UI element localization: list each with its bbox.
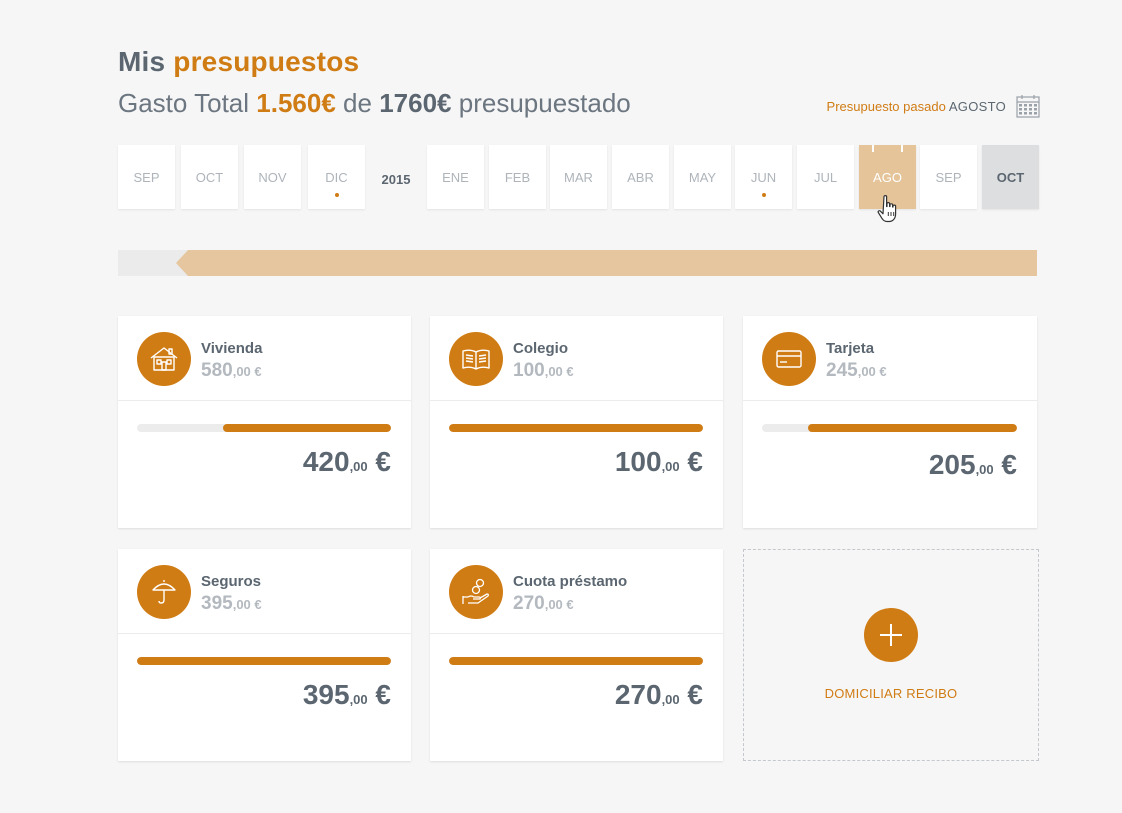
month-feb[interactable]: FEB	[489, 145, 546, 209]
timeline-fill	[188, 250, 1037, 276]
card-header: Vivienda 580,00 €	[118, 316, 411, 401]
book-icon	[462, 349, 490, 370]
month-label: OCT	[996, 170, 1025, 185]
category-name: Colegio	[513, 340, 568, 357]
budget-card-tarjeta[interactable]: Tarjeta 245,00 € 205,00 €	[743, 316, 1037, 528]
month-label: SEP	[935, 170, 962, 185]
month-nov-2014[interactable]: NOV	[244, 145, 301, 209]
category-icon-circle	[137, 332, 191, 386]
category-icon-circle	[449, 565, 503, 619]
timeline-arrow	[176, 250, 188, 276]
month-sep[interactable]: SEP	[920, 145, 977, 209]
activity-dot	[761, 193, 766, 197]
budget-card-vivienda[interactable]: Vivienda 580,00 € 420,00 €	[118, 316, 411, 528]
category-icon-circle	[137, 565, 191, 619]
title-prefix: Mis	[118, 46, 166, 77]
month-dic-2014[interactable]: DIC	[308, 145, 365, 209]
spending-progress-bar	[762, 424, 1017, 432]
category-icon-circle	[762, 332, 816, 386]
card-header: Tarjeta 245,00 €	[743, 316, 1037, 401]
domiciliar-recibo-button[interactable]: DOMICILIAR RECIBO	[744, 686, 1038, 701]
progress-fill	[449, 657, 703, 665]
progress-fill	[449, 424, 703, 432]
budget-suffix: presupuestado	[458, 88, 631, 118]
spending-summary: Gasto Total 1.560€ de 1760€ presupuestad…	[118, 88, 631, 119]
card-header: Colegio 100,00 €	[430, 316, 723, 401]
calendar-icon[interactable]	[1016, 94, 1040, 118]
category-budget: 395,00 €	[201, 593, 262, 614]
spent-amount: 100,00 €	[614, 446, 703, 477]
month-jul[interactable]: JUL	[797, 145, 854, 209]
page-title: Mis presupuestos	[118, 46, 359, 78]
spending-progress-bar	[449, 424, 703, 432]
budget-total: 1760€	[379, 88, 452, 118]
budget-card-cuota-prestamo[interactable]: Cuota préstamo 270,00 € 270,00 €	[430, 549, 723, 761]
month-label: JUL	[813, 170, 838, 185]
month-label: FEB	[504, 170, 531, 185]
progress-fill	[223, 424, 391, 432]
title-accent: presupuestos	[173, 46, 360, 77]
budget-card-colegio[interactable]: Colegio 100,00 € 100,00 €	[430, 316, 723, 528]
category-budget: 245,00 €	[826, 360, 887, 381]
month-label: MAY	[688, 170, 717, 185]
category-budget: 100,00 €	[513, 360, 574, 381]
spent-amount: 395,00 €	[302, 679, 391, 710]
month-label: DIC	[325, 170, 348, 185]
month-label: AGO	[873, 170, 902, 185]
umbrella-icon	[152, 580, 176, 604]
gasto-label: Gasto Total	[118, 88, 250, 118]
add-receipt-card[interactable]: DOMICILIAR RECIBO	[743, 549, 1039, 761]
activity-dot	[334, 193, 339, 197]
budget-timeline	[118, 250, 1037, 276]
spending-progress-bar	[137, 657, 391, 665]
month-jun[interactable]: JUN	[735, 145, 792, 209]
month-ene[interactable]: ENE	[427, 145, 484, 209]
past-budget-month: AGOSTO	[948, 98, 1006, 114]
spent-amount: 420,00 €	[302, 446, 391, 477]
progress-fill	[807, 424, 1017, 432]
category-budget: 270,00 €	[513, 593, 574, 614]
de-label: de	[343, 88, 372, 118]
month-may[interactable]: MAY	[674, 145, 731, 209]
house-icon	[150, 347, 178, 371]
budget-card-seguros[interactable]: Seguros 395,00 € 395,00 €	[118, 549, 411, 761]
card-header: Seguros 395,00 €	[118, 549, 411, 634]
spent-amount: 205,00 €	[928, 449, 1017, 480]
month-abr[interactable]: ABR	[612, 145, 669, 209]
month-label: ENE	[442, 170, 469, 185]
category-name: Cuota préstamo	[513, 573, 628, 590]
spending-progress-bar	[137, 424, 391, 432]
month-sep-2014[interactable]: SEP	[118, 145, 175, 209]
category-name: Tarjeta	[826, 340, 875, 357]
month-mar[interactable]: MAR	[550, 145, 607, 209]
past-budget-selector[interactable]: Presupuesto pasado AGOSTO	[827, 94, 1040, 118]
month-label: SEP	[133, 170, 160, 185]
month-label: JUN	[750, 170, 777, 185]
year-label: 2015	[381, 172, 411, 187]
spent-amount: 270,00 €	[614, 679, 703, 710]
progress-fill	[137, 657, 391, 665]
month-label: NOV	[258, 170, 287, 185]
spending-progress-bar	[449, 657, 703, 665]
credit-card-icon	[776, 350, 802, 368]
category-icon-circle	[449, 332, 503, 386]
card-header: Cuota préstamo 270,00 €	[430, 549, 723, 634]
category-name: Vivienda	[201, 340, 263, 357]
category-budget: 580,00 €	[201, 360, 262, 381]
month-oct-2014[interactable]: OCT	[181, 145, 238, 209]
month-label: OCT	[195, 170, 224, 185]
category-name: Seguros	[201, 573, 262, 590]
gasto-total: 1.560€	[256, 88, 336, 118]
month-label: MAR	[564, 170, 593, 185]
plus-icon[interactable]	[864, 608, 918, 662]
month-oct-current[interactable]: OCT	[982, 145, 1039, 209]
hand-pointer-icon	[877, 195, 897, 223]
past-budget-label: Presupuesto pasado	[826, 98, 946, 114]
hand-coins-icon	[462, 578, 489, 604]
month-label: ABR	[627, 170, 654, 185]
